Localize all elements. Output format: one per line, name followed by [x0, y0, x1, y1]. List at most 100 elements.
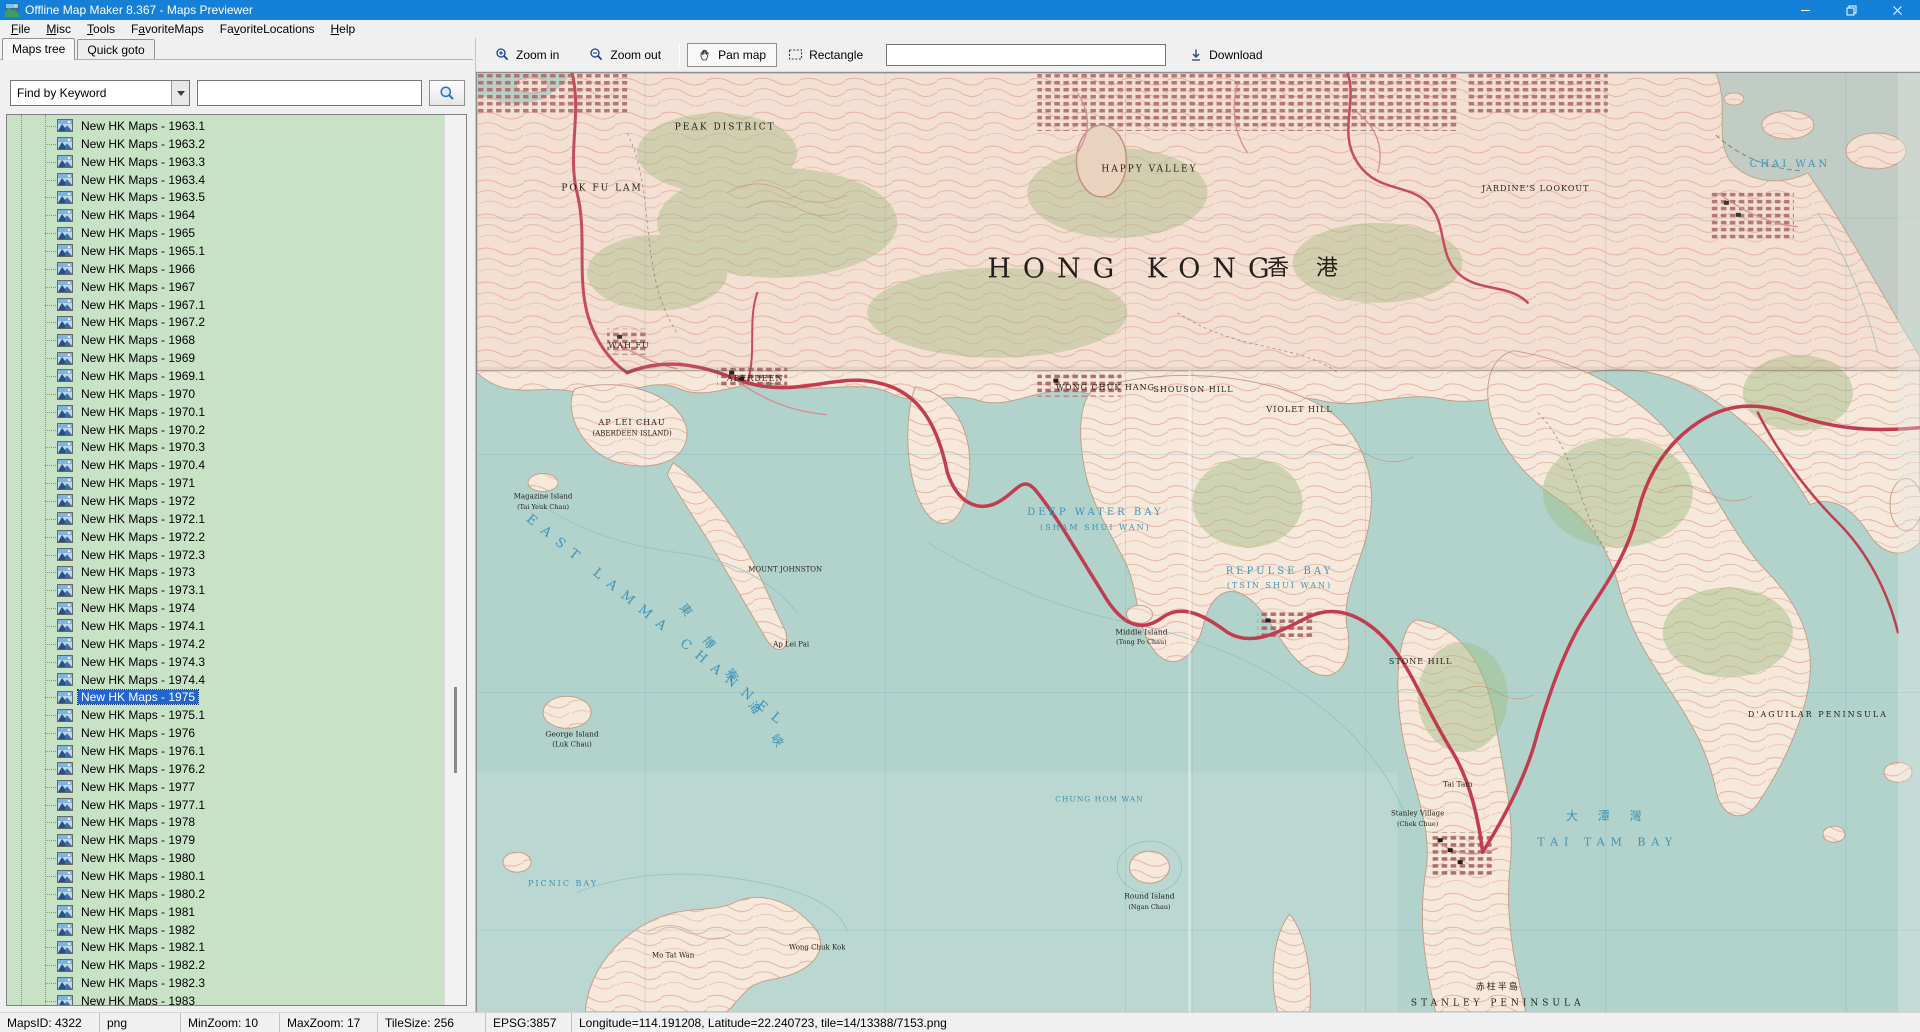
tree-connector: [45, 376, 56, 377]
menu-tools[interactable]: Tools: [79, 21, 123, 38]
tree-item[interactable]: New HK Maps - 1979: [7, 831, 444, 849]
tab-quick-goto[interactable]: Quick goto: [77, 39, 154, 59]
tree-item[interactable]: New HK Maps - 1970.3: [7, 438, 444, 456]
map-layer-icon: [57, 941, 73, 954]
tree-item[interactable]: New HK Maps - 1974.1: [7, 617, 444, 635]
status-segment: MaxZoom: 17: [280, 1013, 378, 1032]
tree-item[interactable]: New HK Maps - 1972.2: [7, 528, 444, 546]
maximize-button[interactable]: [1828, 0, 1874, 20]
tree-item[interactable]: New HK Maps - 1963.4: [7, 171, 444, 189]
tree-item[interactable]: New HK Maps - 1974.4: [7, 671, 444, 689]
map-layer-icon: [57, 119, 73, 132]
tree-connector: [45, 840, 56, 841]
tree-item-label: New HK Maps - 1974.2: [78, 637, 208, 651]
tree-item-label: New HK Maps - 1972.2: [78, 530, 208, 544]
map-layer-icon: [57, 727, 73, 740]
tree-item[interactable]: New HK Maps - 1980.2: [7, 885, 444, 903]
tree-item[interactable]: New HK Maps - 1970.2: [7, 421, 444, 439]
close-button[interactable]: [1874, 0, 1920, 20]
tree-item[interactable]: New HK Maps - 1982: [7, 921, 444, 939]
tree-connector: [45, 769, 56, 770]
tab-maps-tree[interactable]: Maps tree: [2, 38, 75, 60]
tree-item[interactable]: New HK Maps - 1971: [7, 474, 444, 492]
menu-help[interactable]: Help: [323, 21, 364, 38]
tree-item[interactable]: New HK Maps - 1975.1: [7, 706, 444, 724]
chevron-down-icon[interactable]: [171, 81, 189, 105]
tree-item[interactable]: New HK Maps - 1982.1: [7, 939, 444, 957]
tree-item[interactable]: New HK Maps - 1970.1: [7, 403, 444, 421]
tree-item-label: New HK Maps - 1968: [78, 333, 198, 347]
tree-item[interactable]: New HK Maps - 1972.1: [7, 510, 444, 528]
zoom-out-button[interactable]: Zoom out: [578, 42, 672, 67]
tree-item[interactable]: New HK Maps - 1977: [7, 778, 444, 796]
tree-item[interactable]: New HK Maps - 1969.1: [7, 367, 444, 385]
tree-item[interactable]: New HK Maps - 1983: [7, 992, 444, 1006]
map-layer-icon: [57, 619, 73, 632]
tree-item[interactable]: New HK Maps - 1972.3: [7, 546, 444, 564]
tree-item[interactable]: New HK Maps - 1982.3: [7, 974, 444, 992]
tree-scrollbar[interactable]: [444, 115, 466, 1005]
tree-item[interactable]: New HK Maps - 1973: [7, 563, 444, 581]
tree-item[interactable]: New HK Maps - 1963.2: [7, 135, 444, 153]
minimize-icon: [1800, 5, 1811, 16]
tree-item[interactable]: New HK Maps - 1974: [7, 599, 444, 617]
tree-item-label: New HK Maps - 1974.3: [78, 655, 208, 669]
tree-scrollbar-thumb[interactable]: [454, 687, 457, 773]
map-layer-icon: [57, 369, 73, 382]
zoom-in-button[interactable]: Zoom in: [484, 42, 570, 67]
search-button[interactable]: [429, 80, 465, 106]
tree-item[interactable]: New HK Maps - 1980: [7, 849, 444, 867]
tree-item[interactable]: New HK Maps - 1982.2: [7, 956, 444, 974]
tree-item[interactable]: New HK Maps - 1973.1: [7, 581, 444, 599]
tree-item[interactable]: New HK Maps - 1964: [7, 206, 444, 224]
tree-item[interactable]: New HK Maps - 1976.1: [7, 742, 444, 760]
tree-item[interactable]: New HK Maps - 1974.2: [7, 635, 444, 653]
pan-map-button[interactable]: Pan map: [687, 43, 777, 67]
tree-item[interactable]: New HK Maps - 1970: [7, 385, 444, 403]
find-mode-dropdown[interactable]: Find by Keyword: [10, 80, 190, 106]
map-layer-icon: [57, 870, 73, 883]
tree-item[interactable]: New HK Maps - 1963.3: [7, 153, 444, 171]
map-canvas[interactable]: HONG KONG香 港PEAK DISTRICTPOK FU LAMHAPPY…: [476, 72, 1920, 1012]
tree-item[interactable]: New HK Maps - 1980.1: [7, 867, 444, 885]
toolbar-input[interactable]: [886, 44, 1166, 66]
tree-item[interactable]: New HK Maps - 1963.5: [7, 188, 444, 206]
rectangle-label: Rectangle: [809, 48, 863, 62]
tree-item[interactable]: New HK Maps - 1976: [7, 724, 444, 742]
tree-item[interactable]: New HK Maps - 1967: [7, 278, 444, 296]
tree-connector: [45, 519, 56, 520]
tree-item-label: New HK Maps - 1969.1: [78, 369, 208, 383]
download-button[interactable]: Download: [1178, 43, 1273, 67]
tree-item[interactable]: New HK Maps - 1981: [7, 903, 444, 921]
menu-favoritelocations[interactable]: FavoriteLocations: [212, 21, 323, 38]
tree-item[interactable]: New HK Maps - 1965: [7, 224, 444, 242]
tree-item-label: New HK Maps - 1972.3: [78, 548, 208, 562]
tree-item[interactable]: New HK Maps - 1972: [7, 492, 444, 510]
minimize-button[interactable]: [1782, 0, 1828, 20]
menu-misc[interactable]: Misc: [38, 21, 79, 38]
tree-connector: [45, 572, 56, 573]
tree-connector: [45, 733, 56, 734]
zoom-in-icon: [495, 47, 510, 62]
tree-item[interactable]: New HK Maps - 1976.2: [7, 760, 444, 778]
tree-item[interactable]: New HK Maps - 1963.1: [7, 117, 444, 135]
menu-file[interactable]: File: [3, 21, 38, 38]
tree-item[interactable]: New HK Maps - 1967.2: [7, 313, 444, 331]
tree-item[interactable]: New HK Maps - 1977.1: [7, 796, 444, 814]
tree-item[interactable]: New HK Maps - 1970.4: [7, 456, 444, 474]
tree-item[interactable]: New HK Maps - 1965.1: [7, 242, 444, 260]
tree-item[interactable]: New HK Maps - 1978: [7, 814, 444, 832]
tree-item[interactable]: New HK Maps - 1967.1: [7, 296, 444, 314]
tree-connector: [45, 697, 56, 698]
status-segment: EPSG:3857: [486, 1013, 572, 1032]
tree-item[interactable]: New HK Maps - 1975: [7, 689, 444, 707]
map-layer-icon: [57, 173, 73, 186]
menu-favoritemaps[interactable]: FavoriteMaps: [123, 21, 212, 38]
tree-item[interactable]: New HK Maps - 1966: [7, 260, 444, 278]
tree-item[interactable]: New HK Maps - 1968: [7, 331, 444, 349]
search-input[interactable]: [197, 80, 422, 106]
tree-item[interactable]: New HK Maps - 1974.3: [7, 653, 444, 671]
rectangle-button[interactable]: Rectangle: [777, 43, 874, 67]
tree-item[interactable]: New HK Maps - 1969: [7, 349, 444, 367]
tree-item-label: New HK Maps - 1977: [78, 780, 198, 794]
